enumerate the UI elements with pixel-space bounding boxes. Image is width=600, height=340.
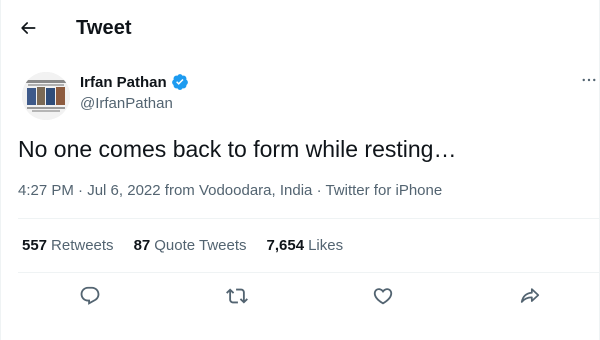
quote-tweets-count: 87: [133, 237, 151, 254]
meta-separator-2: ·: [316, 182, 322, 199]
tweet-date[interactable]: Jul 6, 2022: [87, 182, 160, 199]
arrow-left-icon: [18, 18, 38, 43]
quote-tweets-label: Quote Tweets: [154, 237, 247, 254]
like-button[interactable]: [368, 283, 398, 313]
verified-badge-icon: [171, 73, 189, 91]
tweet-location[interactable]: from Vodoodara, India: [165, 182, 313, 199]
more-options-button[interactable]: [578, 72, 600, 92]
share-icon: [519, 285, 541, 312]
tweet-stats: 557 Retweets 87 Quote Tweets 7,654 Likes: [22, 237, 363, 254]
retweets-label: Retweets: [51, 237, 114, 254]
tweet-actions: [0, 283, 600, 313]
page-title: Tweet: [76, 17, 132, 39]
reply-icon: [79, 285, 101, 312]
meta-separator: ·: [78, 182, 84, 199]
avatar[interactable]: [22, 72, 70, 120]
retweet-button[interactable]: [222, 283, 252, 313]
tweet-text: No one comes back to form while resting…: [18, 136, 457, 162]
author-name-row: Irfan Pathan: [80, 73, 189, 91]
author-handle[interactable]: @IrfanPathan: [80, 95, 173, 112]
tweet-source[interactable]: Twitter for iPhone: [325, 182, 442, 199]
author-display-name[interactable]: Irfan Pathan: [80, 74, 167, 91]
quote-tweets-stat[interactable]: 87 Quote Tweets: [134, 237, 247, 254]
share-button[interactable]: [515, 283, 545, 313]
page-header: Tweet: [0, 0, 600, 58]
divider: [18, 272, 600, 273]
back-button[interactable]: [12, 14, 44, 46]
reply-button[interactable]: [75, 283, 105, 313]
retweet-icon: [226, 285, 248, 312]
heart-icon: [372, 285, 394, 312]
likes-count: 7,654: [266, 237, 305, 254]
retweets-count: 557: [22, 237, 48, 254]
likes-label: Likes: [308, 237, 344, 254]
tweet-meta: 4:27 PM · Jul 6, 2022 from Vodoodara, In…: [18, 182, 442, 199]
tweet-time[interactable]: 4:27 PM: [18, 182, 74, 199]
likes-stat[interactable]: 7,654 Likes: [267, 237, 344, 254]
divider: [18, 218, 600, 219]
more-dots-icon: [580, 71, 598, 94]
retweets-stat[interactable]: 557 Retweets: [22, 237, 114, 254]
